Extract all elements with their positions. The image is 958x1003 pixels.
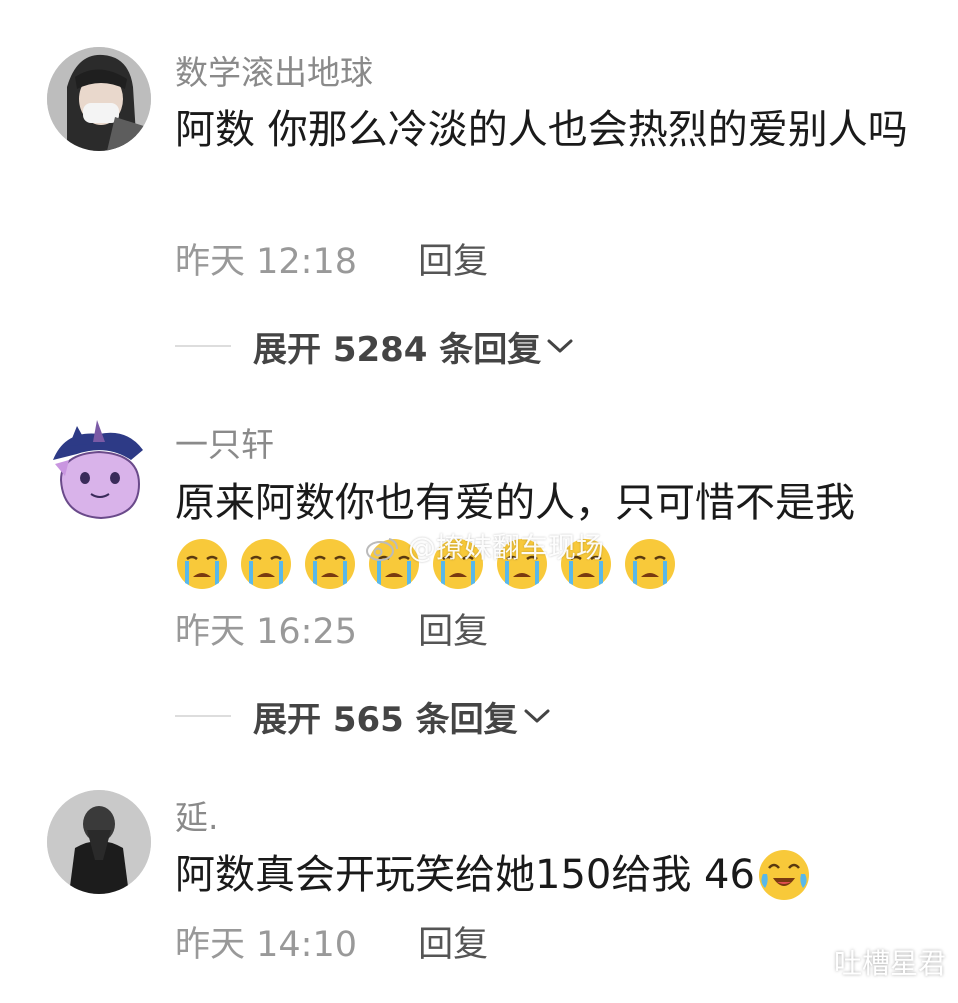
username[interactable]: 延. — [175, 798, 219, 838]
avatar[interactable] — [47, 420, 151, 524]
wechat-icon — [792, 947, 828, 976]
watermark-text: @撩妹翻车现场 — [407, 531, 604, 564]
comment-meta: 昨天 14:10 回复 — [175, 925, 488, 965]
weibo-icon — [366, 538, 398, 561]
divider-line — [175, 715, 231, 717]
weibo-watermark: @撩妹翻车现场 — [365, 526, 604, 566]
chevron-down-icon — [524, 709, 550, 723]
comment-meta: 昨天 16:25 回复 — [175, 612, 488, 652]
comment-meta: 昨天 12:18 回复 — [175, 242, 488, 282]
crying-emoji-icon — [177, 539, 227, 589]
username[interactable]: 数学滚出地球 — [175, 53, 373, 93]
crying-emoji-icon — [241, 539, 291, 589]
username[interactable]: 一只轩 — [175, 425, 274, 465]
expand-replies-button[interactable]: 展开 565 条回复 — [175, 696, 552, 740]
timestamp: 昨天 16:25 — [175, 612, 357, 652]
avatar[interactable] — [47, 47, 151, 151]
comment-text: 阿数真会开玩笑给她150给我 46 — [175, 845, 935, 905]
timestamp: 昨天 12:18 — [175, 242, 357, 282]
crying-emoji-icon — [305, 539, 355, 589]
expand-replies-label: 展开 565 条回复 — [253, 699, 518, 740]
reply-button[interactable]: 回复 — [418, 242, 488, 282]
chevron-down-icon — [547, 339, 573, 353]
divider-line — [175, 345, 231, 347]
watermark-text: 吐槽星君 — [834, 947, 947, 980]
comment-text: 阿数 你那么冷淡的人也会热烈的爱别人吗 — [175, 107, 908, 153]
timestamp: 昨天 14:10 — [175, 925, 357, 965]
wechat-watermark: 吐槽星君 — [792, 942, 946, 982]
crying-emoji-icon — [625, 539, 675, 589]
reply-button[interactable]: 回复 — [418, 925, 488, 965]
avatar[interactable] — [47, 790, 151, 894]
comment-text-body: 阿数真会开玩笑给她150给我 46 — [175, 852, 755, 898]
teary-joy-emoji-icon — [758, 850, 809, 900]
comment-text: 原来阿数你也有爱的人，只可惜不是我 — [175, 480, 855, 526]
expand-replies-label: 展开 5284 条回复 — [253, 329, 542, 370]
reply-button[interactable]: 回复 — [418, 612, 488, 652]
expand-replies-button[interactable]: 展开 5284 条回复 — [175, 326, 575, 370]
